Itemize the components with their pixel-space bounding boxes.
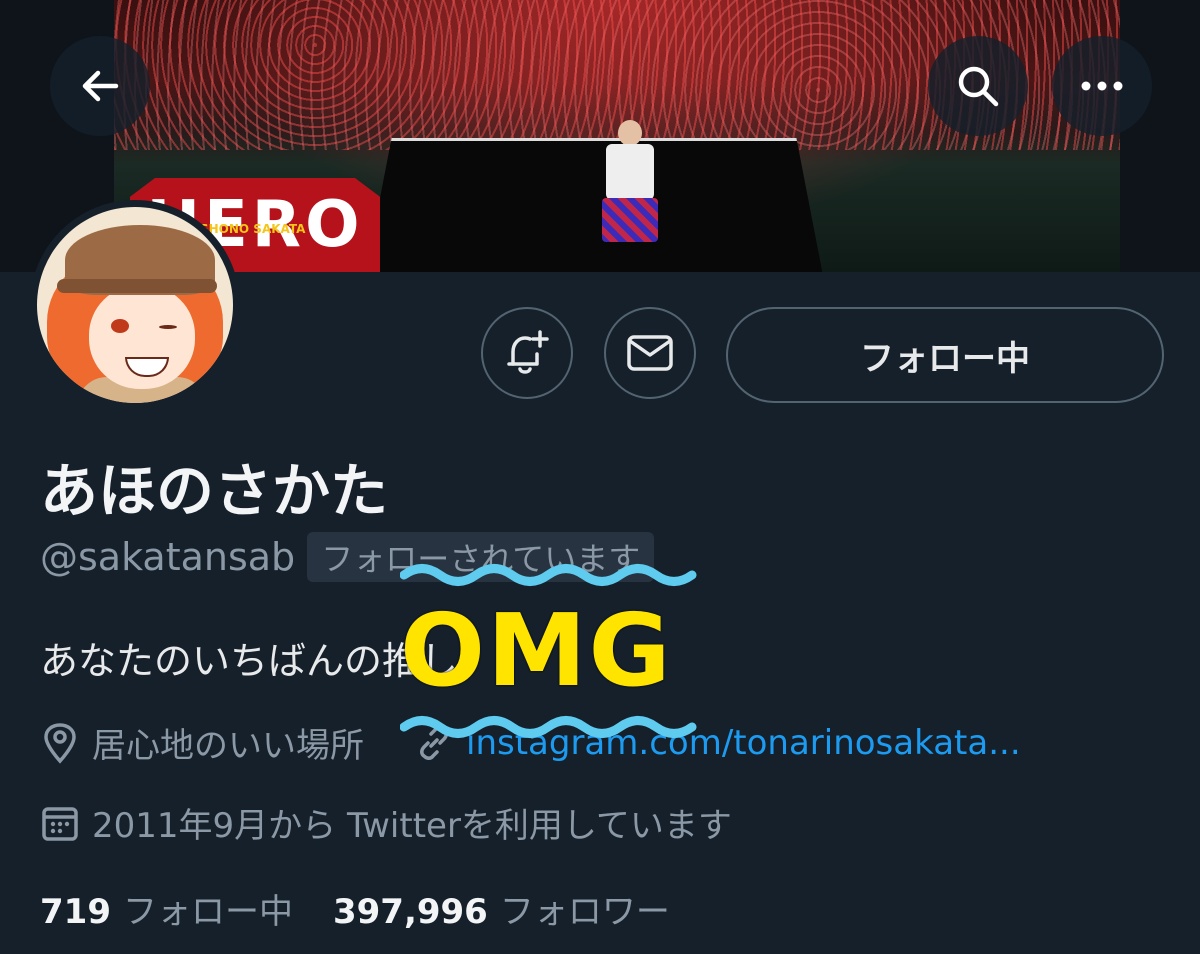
followers-stat-label: フォロワー bbox=[499, 892, 670, 932]
handle: @sakatansab bbox=[40, 535, 296, 579]
avatar-image bbox=[37, 207, 233, 403]
bio: あなたのいちばんの推し bbox=[40, 639, 459, 683]
follow-stats: 719 フォロー中 397,996 フォロワー bbox=[40, 884, 710, 933]
avatar[interactable] bbox=[30, 200, 240, 410]
omg-sticker: OMG bbox=[400, 592, 673, 709]
wave-decoration-top bbox=[400, 564, 697, 586]
message-button[interactable] bbox=[604, 307, 696, 399]
banner-performer bbox=[598, 120, 662, 248]
following-count: 719 bbox=[40, 892, 111, 932]
bell-plus-icon bbox=[507, 330, 549, 374]
mail-icon bbox=[627, 335, 673, 371]
location-text: 居心地のいい場所 bbox=[92, 726, 364, 766]
followers-count: 397,996 bbox=[332, 892, 488, 932]
followers-stat[interactable]: 397,996 フォロワー bbox=[333, 884, 670, 933]
more-dots-icon bbox=[1081, 81, 1123, 91]
wave-decoration-bottom bbox=[400, 716, 697, 738]
more-button[interactable] bbox=[1052, 36, 1152, 136]
banner-stage bbox=[364, 138, 824, 272]
display-name: あほのさかた bbox=[40, 457, 389, 525]
notifications-button[interactable] bbox=[481, 307, 573, 399]
arrow-left-icon bbox=[82, 70, 119, 102]
following-stat-label: フォロー中 bbox=[122, 892, 293, 932]
joined-text: 2011年9月から Twitterを利用しています bbox=[92, 806, 732, 846]
joined-row: 2011年9月から Twitterを利用しています bbox=[40, 798, 732, 847]
following-button[interactable]: フォロー中 bbox=[726, 307, 1164, 403]
location-pin-icon bbox=[44, 722, 76, 764]
calendar-icon bbox=[42, 806, 78, 841]
search-icon bbox=[958, 66, 999, 107]
search-button[interactable] bbox=[928, 36, 1028, 136]
following-button-label: フォロー中 bbox=[860, 338, 1030, 379]
following-stat[interactable]: 719 フォロー中 bbox=[40, 884, 293, 933]
back-button[interactable] bbox=[50, 36, 150, 136]
